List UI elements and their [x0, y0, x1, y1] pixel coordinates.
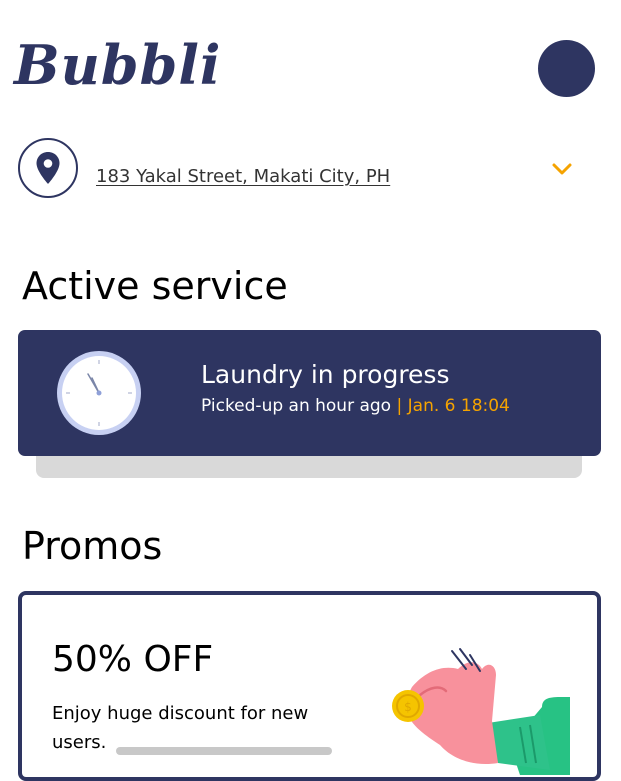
service-timestamp: Jan. 6 18:04 — [407, 396, 510, 416]
svg-text:$: $ — [404, 700, 412, 714]
chevron-down-icon[interactable] — [550, 160, 574, 178]
promo-title: 50% OFF — [52, 639, 214, 680]
service-title: Laundry in progress — [201, 360, 450, 389]
promos-heading: Promos — [22, 524, 163, 568]
hand-coin-illustration: $ — [392, 648, 570, 775]
active-service-card[interactable]: Laundry in progress Picked-up an hour ag… — [18, 330, 601, 456]
service-status: Picked-up an hour ago — [201, 396, 392, 416]
service-status-line: Picked-up an hour ago | Jan. 6 18:04 — [201, 396, 510, 416]
active-service-heading: Active service — [22, 264, 288, 308]
clock-icon — [57, 351, 141, 435]
status-separator: | — [396, 396, 403, 416]
avatar[interactable] — [538, 40, 595, 97]
app-logo: Bubbli — [14, 33, 222, 97]
home-indicator[interactable] — [116, 747, 332, 755]
address-link[interactable]: 183 Yakal Street, Makati City, PH — [96, 166, 390, 187]
location-pin-icon — [36, 152, 60, 184]
location-icon-circle[interactable] — [18, 138, 78, 198]
